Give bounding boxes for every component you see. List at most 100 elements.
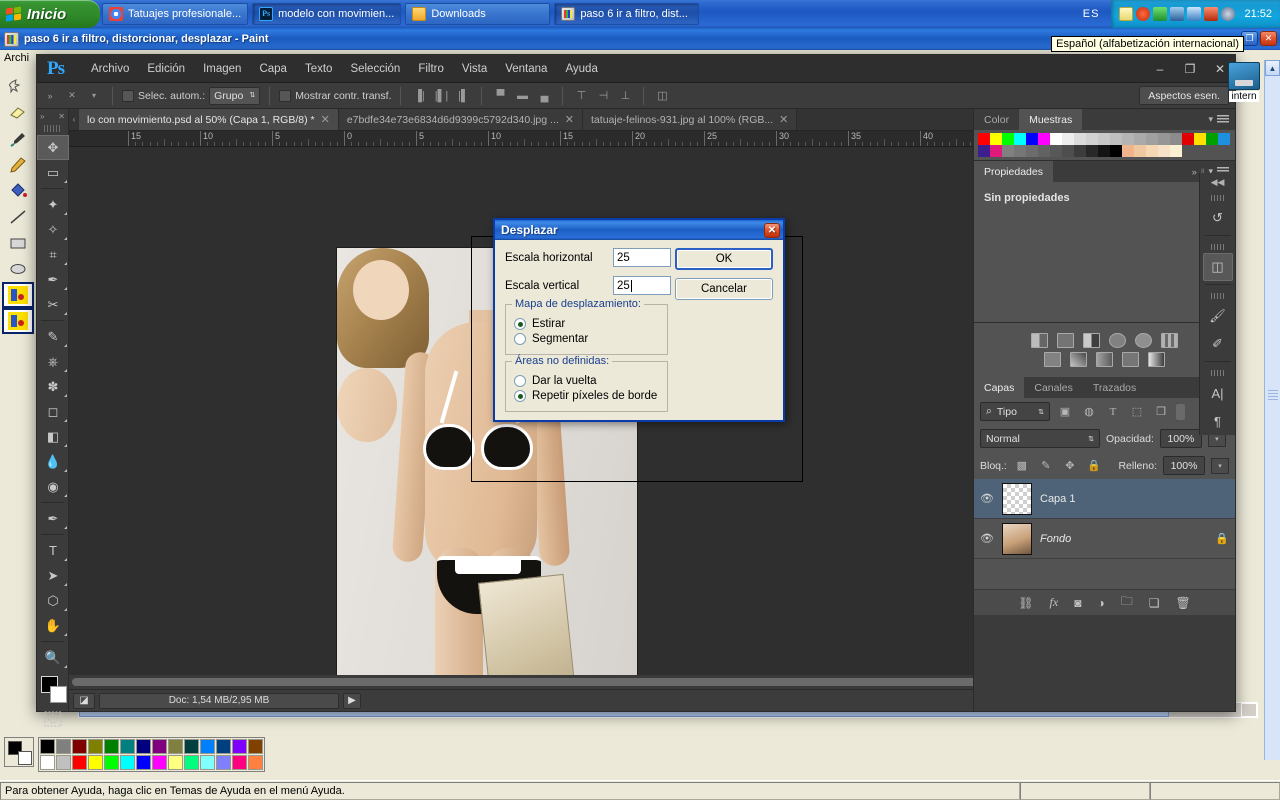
color-swatch[interactable] [1146, 145, 1158, 157]
workspace-switcher-button[interactable]: Aspectos esen. [1139, 86, 1229, 105]
color-swatch[interactable] [990, 145, 1002, 157]
start-button[interactable]: Inicio [0, 0, 100, 28]
eraser-tool[interactable]: ◻ [37, 399, 69, 424]
vibrance-icon[interactable] [1135, 333, 1152, 348]
align-top-edges-icon[interactable]: ▀ [491, 87, 509, 105]
rail-grip[interactable] [1210, 244, 1225, 250]
pen-tool[interactable]: ✒ [37, 506, 69, 531]
paint-current-colors[interactable] [4, 737, 34, 767]
paint-color-swatch[interactable] [200, 739, 215, 754]
auto-select-dropdown[interactable]: Grupo ⇅ [209, 86, 261, 105]
taskbar-clock[interactable]: 21:52 [1238, 8, 1272, 20]
gradient-tool[interactable]: ◧ [37, 424, 69, 449]
update-icon[interactable] [1221, 7, 1236, 21]
crop-tool[interactable]: ⌗ [37, 242, 69, 267]
channel-mixer-icon[interactable] [1122, 352, 1139, 367]
paint-color-swatch[interactable] [56, 739, 71, 754]
color-swatch[interactable] [1086, 133, 1098, 145]
desktop-scroll-grip[interactable] [1268, 390, 1278, 400]
color-swatch[interactable] [1170, 145, 1182, 157]
color-swatches-tabs[interactable]: Color Muestras ▾ [974, 109, 1235, 130]
menu-capa[interactable]: Capa [250, 59, 296, 79]
lock-image-pixels-icon[interactable]: ✎ [1037, 458, 1055, 474]
layer-name[interactable]: Capa 1 [1040, 493, 1075, 505]
radio-estirar-button[interactable] [514, 318, 526, 330]
document-tab-0[interactable]: lo con movimiento.psd al 50% (Capa 1, RG… [79, 109, 339, 130]
blend-mode-dropdown[interactable]: Normal ⇅ [980, 429, 1100, 448]
layer-row-fondo[interactable]: 👁 Fondo 🔒 [974, 519, 1235, 559]
fill-value-field[interactable]: 100% [1163, 456, 1205, 475]
taskbar-button-photoshop[interactable]: Ps modelo con movimien... [252, 3, 402, 25]
dialog-close-button[interactable]: ✕ [764, 222, 780, 238]
menu-seleccion[interactable]: Selección [341, 59, 409, 79]
color-swatch[interactable] [1122, 145, 1134, 157]
radio-dar-la-vuelta-button[interactable] [514, 375, 526, 387]
paint-color-palette[interactable] [4, 737, 265, 772]
background-color-swatch[interactable] [50, 686, 67, 703]
paint-color-swatch[interactable] [40, 739, 55, 754]
radio-repetir-pixeles[interactable]: Repetir píxeles de borde [514, 390, 659, 402]
paint-menu-archivo[interactable]: Archi [4, 52, 29, 64]
document-tab-2[interactable]: tatuaje-felinos-931.jpg al 100% (RGB... … [583, 109, 798, 130]
align-left-edges-icon[interactable]: ▐| [410, 87, 428, 105]
color-swatch[interactable] [990, 133, 1002, 145]
layer-filter-type-dropdown[interactable]: ⌕ Tipo ⇅ [980, 402, 1050, 421]
rail-collapse-icon[interactable]: ◀◀ [1211, 177, 1225, 188]
document-tab-1[interactable]: e7bdfe34e73e6834d6d9399c5792d340.jpg ...… [338, 109, 584, 130]
rail-grip[interactable] [1210, 293, 1225, 299]
paint-color-swatch[interactable] [184, 739, 199, 754]
color-swatch[interactable] [1182, 133, 1194, 145]
paint-color-swatch[interactable] [232, 739, 247, 754]
color-swatch[interactable] [1026, 133, 1038, 145]
menu-edicion[interactable]: Edición [138, 59, 194, 79]
note-icon[interactable] [1119, 7, 1134, 21]
type-tool[interactable]: T [37, 538, 69, 563]
radio-segmentar[interactable]: Segmentar [514, 333, 659, 345]
tray-icon-group[interactable]: 21:52 [1111, 0, 1280, 28]
antivirus-icon[interactable] [1136, 7, 1151, 21]
paragraph-icon[interactable]: ¶ [1203, 407, 1233, 435]
color-swatch[interactable] [1098, 133, 1110, 145]
options-expand-icon[interactable]: » [41, 87, 59, 105]
options-close-icon[interactable]: ✕ [63, 87, 81, 105]
blur-tool[interactable]: 💧 [37, 449, 69, 474]
desktop-scroll-up-arrow[interactable]: ▲ [1265, 60, 1280, 76]
color-swatch[interactable] [978, 145, 990, 157]
network-icon[interactable] [1187, 7, 1202, 21]
new-layer-icon[interactable]: ❏ [1149, 596, 1160, 610]
color-swatch[interactable] [1086, 145, 1098, 157]
distribute-top-icon[interactable]: ⊤ [572, 87, 590, 105]
radio-estirar[interactable]: Estirar [514, 318, 659, 330]
history-brush-tool[interactable]: ✽ [37, 374, 69, 399]
windows-taskbar[interactable]: Inicio Tatuajes profesionale... Ps model… [0, 0, 1280, 28]
quick-mask-toggle-icon[interactable] [37, 708, 69, 730]
swatch-grid[interactable] [974, 130, 1235, 160]
paint-color-swatch[interactable] [168, 755, 183, 770]
gradient-map-icon[interactable] [1148, 352, 1165, 367]
paint-color-swatch[interactable] [88, 755, 103, 770]
dialog-ok-button[interactable]: OK [675, 248, 773, 270]
paint-color-swatch[interactable] [168, 739, 183, 754]
color-swatch[interactable] [1050, 133, 1062, 145]
menu-archivo[interactable]: Archivo [82, 59, 138, 79]
color-swatch[interactable] [1170, 133, 1182, 145]
color-swatch[interactable] [1122, 133, 1134, 145]
tab-muestras[interactable]: Muestras [1019, 109, 1083, 130]
color-swatch[interactable] [1002, 145, 1014, 157]
tab-color[interactable]: Color [974, 109, 1020, 130]
volume-icon[interactable] [1204, 7, 1219, 21]
shield-icon[interactable] [1153, 7, 1168, 21]
menu-filtro[interactable]: Filtro [409, 59, 453, 79]
tab-capas[interactable]: Capas [974, 377, 1025, 398]
desktop-scrollbar[interactable]: ▲ [1264, 60, 1280, 760]
black-white-icon[interactable] [1070, 352, 1087, 367]
curves-icon[interactable] [1083, 333, 1100, 348]
menu-texto[interactable]: Texto [296, 59, 342, 79]
color-swatch[interactable] [978, 133, 990, 145]
toolbar-expand-icon[interactable]: » [40, 112, 44, 121]
dialog-cancel-button[interactable]: Cancelar [675, 278, 773, 300]
rail-grip[interactable] [1210, 195, 1225, 201]
color-swatch[interactable] [1206, 133, 1218, 145]
dodge-tool[interactable]: ◉ [37, 474, 69, 499]
distribute-bottom-icon[interactable]: ⊥ [616, 87, 634, 105]
